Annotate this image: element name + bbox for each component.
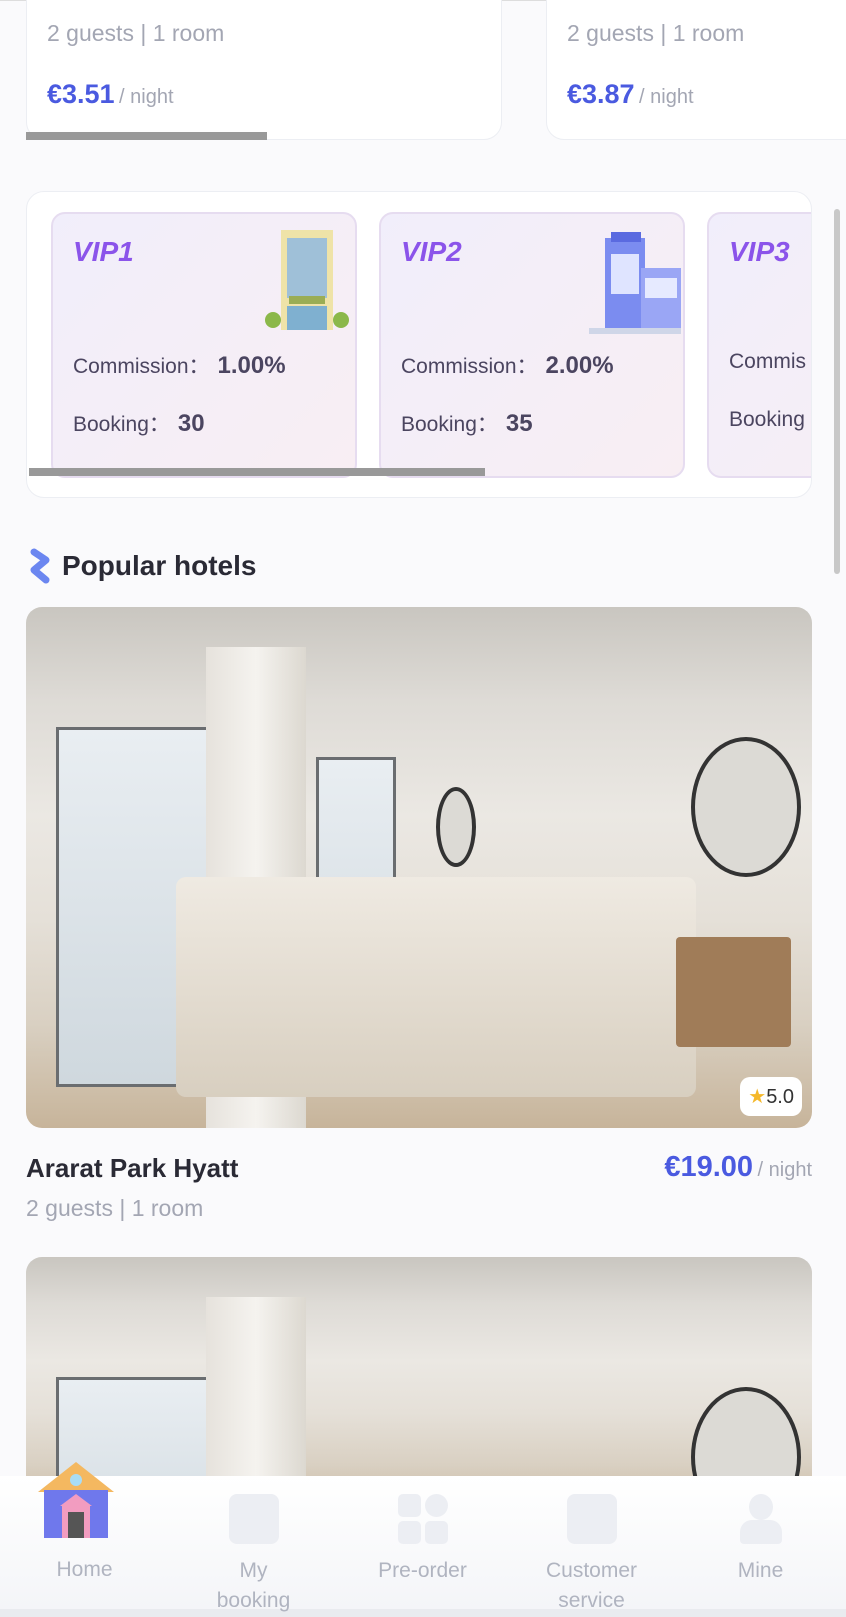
tab-label: Customer service bbox=[545, 1559, 638, 1612]
price: €3.51 bbox=[47, 79, 115, 109]
commission-label: Commission： bbox=[73, 355, 210, 378]
booking-value: 30 bbox=[177, 410, 205, 437]
guests: 2 guests | 1 room bbox=[567, 20, 745, 46]
hotel-photo[interactable]: ★5.0 bbox=[26, 607, 812, 1128]
tab-pre-order[interactable]: Pre-order bbox=[338, 1476, 507, 1586]
price-unit: / night bbox=[119, 86, 174, 108]
section-title: Popular hotels bbox=[62, 550, 257, 581]
vip-card-3[interactable]: VIP3 Commis Booking bbox=[707, 212, 811, 478]
guests: 2 guests | 1 room bbox=[47, 20, 225, 46]
commission-value: 1.00% bbox=[217, 352, 286, 379]
horizontal-scrollbar[interactable] bbox=[26, 132, 267, 140]
hotel-card-2[interactable]: 2 guests | 1 room €3.87 / night bbox=[546, 0, 846, 140]
rating-badge: ★5.0 bbox=[740, 1077, 802, 1116]
tab-label: Pre-order bbox=[378, 1559, 467, 1582]
booking-label: Booking： bbox=[73, 413, 170, 436]
hotel-name[interactable]: Ararat Park Hyatt bbox=[26, 1153, 238, 1184]
grid-icon bbox=[397, 1494, 448, 1544]
tab-customer-service[interactable]: Customer service bbox=[507, 1476, 676, 1616]
commission-label: Commission： bbox=[401, 355, 538, 378]
vip-level: VIP3 bbox=[729, 236, 790, 267]
booking-icon bbox=[228, 1494, 279, 1544]
booking-label: Booking bbox=[729, 408, 805, 431]
user-icon bbox=[736, 1494, 786, 1544]
commission-label: Commis bbox=[729, 350, 806, 373]
hotel-guests: 2 guests | 1 room bbox=[26, 1195, 204, 1221]
vip-card-2[interactable]: VIP2 Commission： 2.00% Booking： 35 bbox=[379, 212, 685, 478]
tab-mine[interactable]: Mine bbox=[676, 1476, 845, 1586]
commission-value: 2.00% bbox=[545, 352, 614, 379]
price: €3.87 bbox=[567, 79, 635, 109]
tab-label: My booking bbox=[216, 1559, 291, 1612]
section-logo-icon bbox=[30, 548, 50, 584]
price-unit: / night bbox=[757, 1159, 812, 1181]
hotel-building-icon bbox=[265, 230, 349, 330]
price-unit: / night bbox=[639, 86, 694, 108]
booking-label: Booking： bbox=[401, 413, 498, 436]
horizontal-scrollbar[interactable] bbox=[29, 468, 485, 476]
bottom-tab-bar: Home My booking Pre-order Customer servi… bbox=[0, 1462, 846, 1617]
vip-levels-panel: VIP1 Commission： 1.00% Booking： 30 VIP2 Co… bbox=[26, 191, 812, 498]
hotel-building-icon bbox=[589, 232, 681, 334]
vertical-scrollbar[interactable] bbox=[834, 209, 840, 574]
vip-level: VIP2 bbox=[401, 236, 462, 267]
booking-value: 35 bbox=[505, 410, 533, 437]
star-icon: ★ bbox=[748, 1086, 767, 1108]
chat-icon bbox=[566, 1494, 617, 1544]
tab-my-booking[interactable]: My booking bbox=[169, 1476, 338, 1616]
home-icon bbox=[38, 1462, 114, 1538]
hotel-price: €19.00 bbox=[664, 1151, 754, 1183]
tab-label: Mine bbox=[737, 1559, 784, 1582]
vip-level: VIP1 bbox=[73, 236, 134, 267]
tab-home[interactable]: Home bbox=[0, 1462, 169, 1585]
rating-value: 5.0 bbox=[766, 1086, 794, 1108]
vip-card-1[interactable]: VIP1 Commission： 1.00% Booking： 30 bbox=[51, 212, 357, 478]
hotel-card-1[interactable]: 2 guests | 1 room €3.51 / night bbox=[26, 0, 502, 140]
